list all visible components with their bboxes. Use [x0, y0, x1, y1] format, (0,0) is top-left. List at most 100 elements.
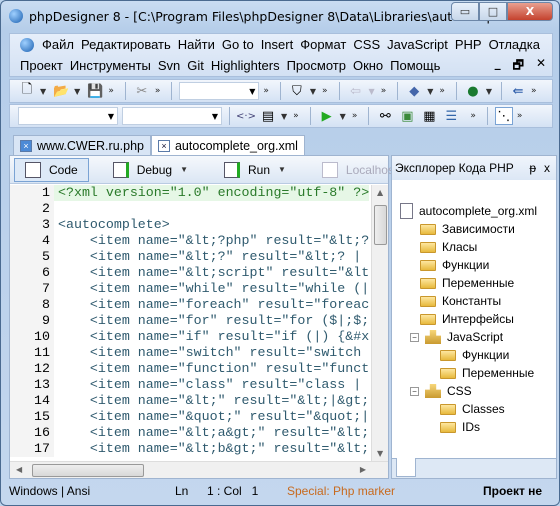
menu-item[interactable]: PHP — [455, 37, 482, 52]
tree-item[interactable]: Функции — [392, 256, 537, 274]
mdi-close-button[interactable]: ✕ — [536, 56, 546, 77]
menu-item[interactable]: Insert — [261, 37, 294, 52]
folder-icon — [420, 241, 436, 253]
menu-item[interactable]: Проект — [20, 58, 63, 73]
collapse-icon[interactable]: − — [410, 332, 419, 342]
class-combo[interactable]: ▼ — [18, 107, 118, 125]
tree-item[interactable]: IDs — [392, 418, 537, 436]
maximize-button[interactable]: □ — [479, 2, 507, 21]
panel-close-icon[interactable]: x — [544, 161, 550, 175]
line-number: 12 — [10, 361, 54, 377]
template-icon[interactable]: ▤ — [259, 107, 277, 125]
tree-item[interactable]: Classes — [392, 400, 537, 418]
link-icon[interactable]: ⚯ — [376, 107, 394, 125]
function-combo[interactable]: ▼ — [122, 107, 222, 125]
line-number: 1 — [10, 185, 54, 201]
menu-item[interactable]: Отладка — [489, 37, 540, 52]
tree-item[interactable]: Интерфейсы — [392, 310, 537, 328]
globe-icon[interactable]: ● — [464, 82, 482, 100]
tab-document[interactable]: × www.CWER.ru.php — [13, 135, 151, 155]
image-icon[interactable]: ▣ — [398, 107, 416, 125]
debug-button[interactable]: Debug ▼ — [103, 158, 200, 182]
folder-icon — [440, 349, 456, 361]
menu-item[interactable]: Инструменты — [70, 58, 151, 73]
folder-icon — [420, 223, 436, 235]
menu-item[interactable]: Окно — [353, 58, 383, 73]
menu-item[interactable]: Просмотр — [287, 58, 346, 73]
tree-item[interactable]: Переменные — [392, 364, 537, 382]
menu-item[interactable]: Git — [187, 58, 204, 73]
run-icon — [223, 161, 240, 178]
menu-item[interactable]: Highlighters — [211, 58, 280, 73]
menu-item[interactable]: Формат — [300, 37, 346, 52]
menu-item[interactable]: Редактировать — [81, 37, 171, 52]
menu-item[interactable]: Файл — [42, 37, 74, 52]
hscroll-thumb[interactable] — [32, 464, 144, 477]
cut-icon[interactable]: ✂ — [133, 82, 151, 100]
tree-item[interactable]: Функции — [392, 346, 537, 364]
run-script-icon[interactable]: ▶ — [318, 107, 336, 125]
tree-item[interactable]: Класы — [392, 238, 537, 256]
table-icon[interactable]: ▦ — [420, 107, 438, 125]
pin-icon[interactable]: ᵽ — [529, 161, 536, 175]
tree-item[interactable]: autocomplete_org.xml — [392, 202, 537, 220]
tree-item[interactable]: − CSS — [392, 382, 537, 400]
status-ln-label: Ln — [175, 484, 189, 498]
line-number: 4 — [10, 233, 54, 249]
code-button[interactable]: Code — [14, 157, 89, 182]
folder-icon — [420, 277, 436, 289]
app-menu-icon[interactable] — [20, 37, 34, 52]
tree-item-label: Переменные — [462, 366, 535, 380]
tree-item-label: IDs — [462, 420, 480, 434]
line-text: <item name="switch" result="switch — [58, 345, 370, 360]
tree-item-label: Класы — [442, 240, 478, 254]
tree-item-label: CSS — [447, 384, 472, 398]
run-button[interactable]: Run ▼ — [214, 158, 298, 182]
menu-item[interactable]: JavaScript — [387, 37, 448, 52]
line-number: 13 — [10, 377, 54, 393]
list-icon[interactable]: ☰ — [442, 107, 460, 125]
tree-item[interactable]: Зависимости — [392, 220, 537, 238]
menu-item[interactable]: CSS — [353, 37, 380, 52]
tab-close-icon[interactable]: × — [157, 140, 170, 152]
vertical-scrollbar[interactable]: ▲ ▼ — [371, 185, 388, 461]
tree-item[interactable]: Переменные — [392, 274, 537, 292]
line-text — [54, 201, 58, 217]
panel-icon[interactable]: ⇚ — [509, 82, 527, 100]
status-special: Special: Php marker — [287, 484, 396, 498]
toolbar-main: 🗋 ▼ 📂 ▼ 💾» ✂» ▼» ⛉ ▼» ⇦ ▼» ◆ ▼» ● ▼ ⇚» — [9, 79, 553, 103]
tag-icon[interactable]: <·> — [236, 107, 256, 125]
search-combo[interactable]: ▼ — [179, 82, 260, 100]
filter-icon[interactable]: ⛉ — [288, 82, 306, 100]
code-line: 12 <item name="function" result="funct — [10, 361, 372, 377]
code-editor[interactable]: 1 <?xml version="1.0" encoding="utf-8" ?>… — [10, 185, 372, 461]
tab-close-icon[interactable]: × — [20, 139, 32, 152]
tree-item[interactable]: Константы — [392, 292, 537, 310]
mdi-minimize-button[interactable]: _ — [495, 56, 501, 77]
new-file-icon[interactable]: 🗋 — [18, 82, 36, 100]
code-view-icon[interactable]: ⋱ — [494, 107, 513, 125]
tree-item-label: autocomplete_org.xml — [419, 204, 538, 218]
tree-item-label: Интерфейсы — [442, 312, 514, 326]
plugin-icon[interactable]: ◆ — [405, 82, 423, 100]
tree-item-label: Функции — [462, 348, 510, 362]
save-icon[interactable]: 💾 — [86, 82, 104, 100]
tree-item-label: Переменные — [442, 276, 515, 290]
panel-tab[interactable] — [396, 458, 416, 477]
tab-document[interactable]: × autocomplete_org.xml — [150, 135, 305, 156]
open-folder-icon[interactable]: 📂 — [52, 82, 70, 100]
menu-item[interactable]: Svn — [158, 58, 180, 73]
tree-item[interactable]: − JavaScript — [392, 328, 537, 346]
back-arrow-icon[interactable]: ⇦ — [347, 82, 365, 100]
collapse-icon[interactable]: − — [410, 386, 419, 396]
menu-item[interactable]: Помощь — [390, 58, 440, 73]
mdi-restore-button[interactable]: 🗗 — [513, 56, 524, 77]
menu-item[interactable]: Go to — [222, 37, 254, 52]
close-button[interactable]: X — [507, 2, 553, 21]
new-dropdown[interactable]: ▼ — [40, 87, 46, 96]
scroll-thumb[interactable] — [374, 205, 387, 245]
open-dropdown[interactable]: ▼ — [74, 87, 80, 96]
minimize-button[interactable]: ▭ — [451, 2, 479, 21]
horizontal-scrollbar[interactable]: ◀ ▶ — [10, 461, 388, 478]
menu-item[interactable]: Найти — [178, 37, 215, 52]
